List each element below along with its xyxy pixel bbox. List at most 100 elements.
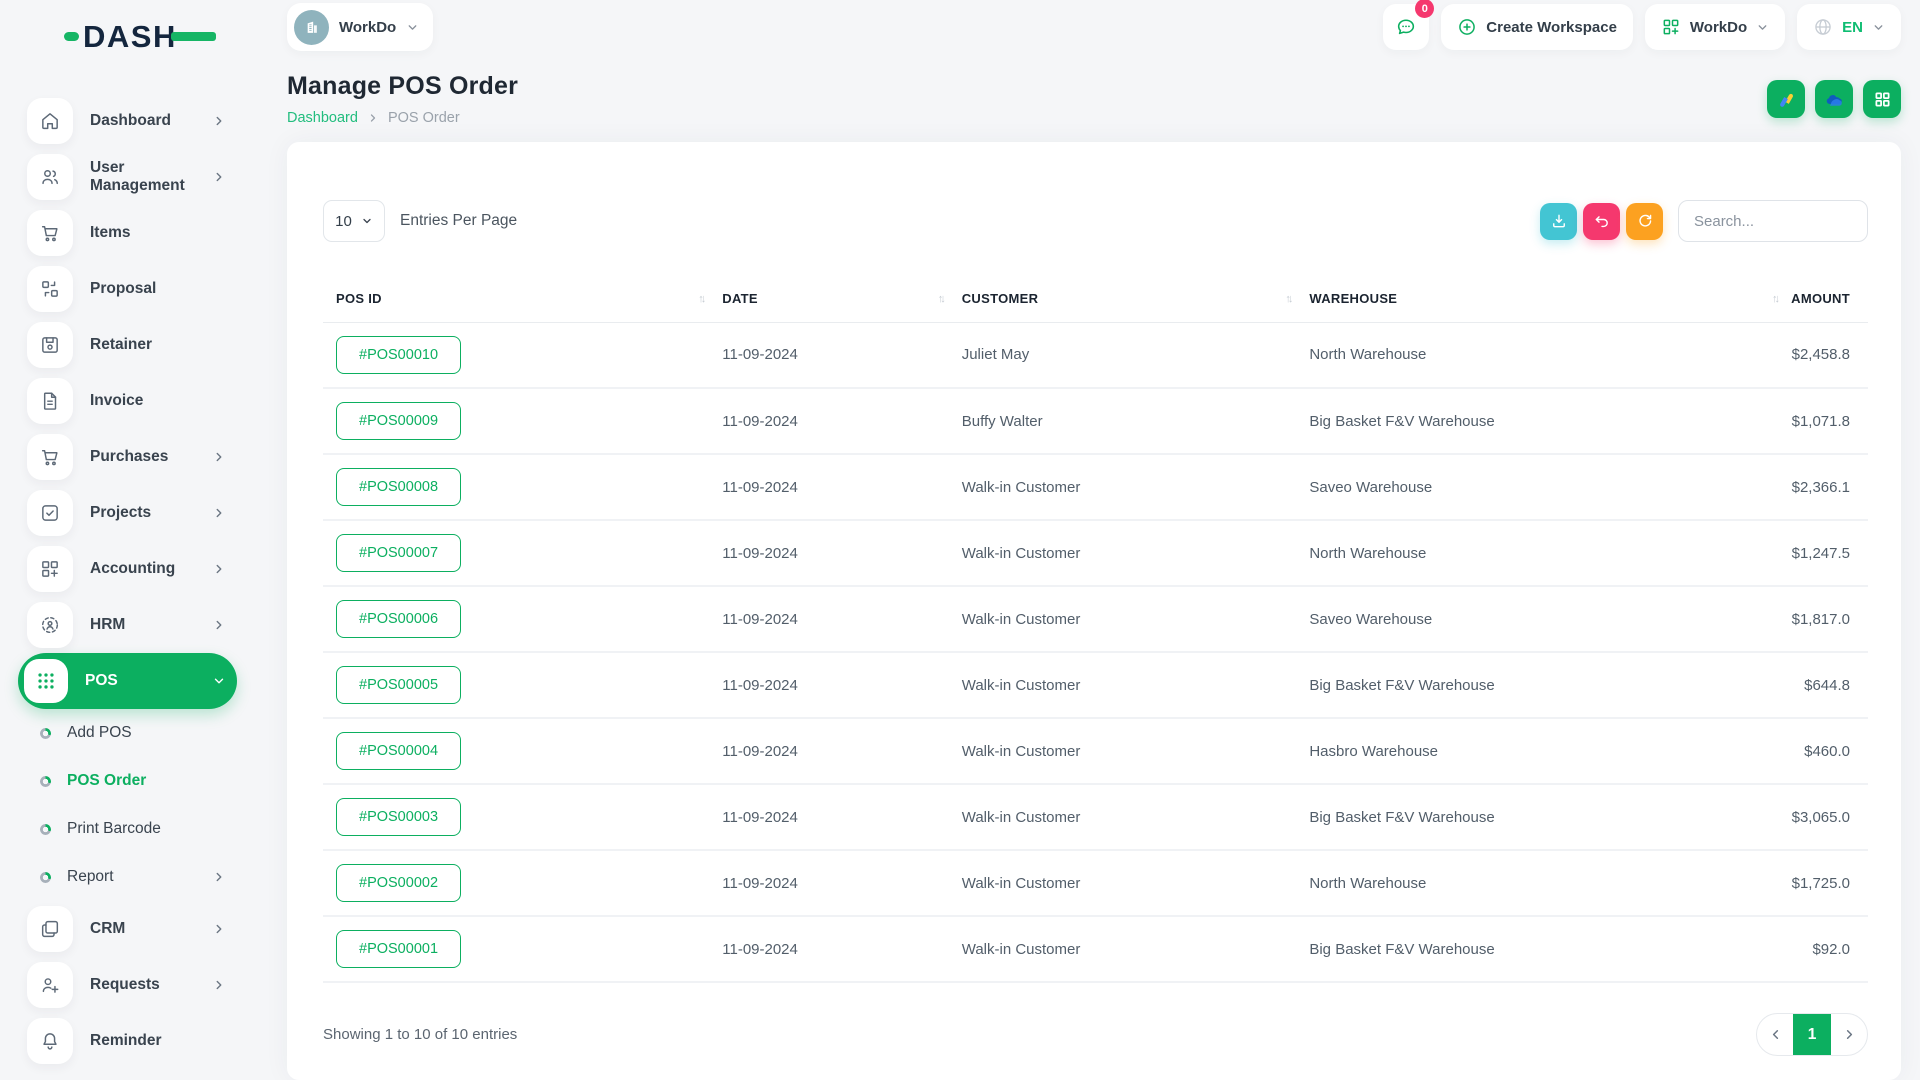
pagination: 1 <box>1756 1013 1868 1056</box>
sidebar-item-report[interactable]: Report <box>18 853 237 901</box>
entries-per-page-label: Entries Per Page <box>400 212 517 230</box>
sidebar-item-hrm[interactable]: HRM <box>18 597 237 653</box>
quick-actions <box>1767 80 1901 118</box>
sidebar-item-reminder[interactable]: Reminder <box>18 1013 237 1069</box>
column-header-amount: AMOUNT <box>1783 276 1868 322</box>
sidebar-item-label: User Management <box>90 159 212 195</box>
entries-per-page-select[interactable]: 10 <box>323 200 385 242</box>
pos-id-link[interactable]: #POS00008 <box>336 468 461 506</box>
onedrive-button[interactable] <box>1815 80 1853 118</box>
workspace-switcher[interactable]: WorkDo <box>287 3 433 51</box>
cell-date: 11-09-2024 <box>709 652 948 718</box>
column-header-date[interactable]: DATE↑↓ <box>709 276 948 322</box>
undo-icon <box>1593 212 1611 230</box>
create-workspace-button[interactable]: Create Workspace <box>1441 4 1633 50</box>
cell-date: 11-09-2024 <box>709 520 948 586</box>
search-input[interactable] <box>1678 200 1868 242</box>
cell-customer: Walk-in Customer <box>949 454 1297 520</box>
cell-date: 11-09-2024 <box>709 784 948 850</box>
home-icon <box>27 98 73 144</box>
column-header-pos-id[interactable]: POS ID↑↓ <box>323 276 709 322</box>
pos-order-table: POS ID↑↓DATE↑↓CUSTOMER↑↓WAREHOUSE↑↓AMOUN… <box>323 276 1868 983</box>
messages-button[interactable]: 0 <box>1383 4 1429 50</box>
table-actions <box>1540 200 1868 242</box>
pos-id-link[interactable]: #POS00002 <box>336 864 461 902</box>
apps-grid-button[interactable] <box>1863 80 1901 118</box>
sort-icon[interactable]: ↑↓ <box>1772 293 1777 305</box>
export-button[interactable] <box>1540 203 1577 240</box>
sidebar-item-label: Retainer <box>90 336 237 354</box>
workspace-menu-button[interactable]: WorkDo <box>1645 4 1785 50</box>
sidebar-item-pos[interactable]: POS <box>18 653 237 709</box>
pos-id-link[interactable]: #POS00010 <box>336 336 461 374</box>
refresh-button[interactable] <box>1626 203 1663 240</box>
adsense-icon <box>1776 89 1797 110</box>
adsense-button[interactable] <box>1767 80 1805 118</box>
dash-logo-icon: DASH <box>64 15 216 57</box>
sidebar-item-dashboard[interactable]: Dashboard <box>18 93 237 149</box>
sidebar-item-accounting[interactable]: Accounting <box>18 541 237 597</box>
table-row: #POS0000311-09-2024Walk-in CustomerBig B… <box>323 784 1868 850</box>
sidebar-item-purchases[interactable]: Purchases <box>18 429 237 485</box>
cell-amount: $3,065.0 <box>1783 784 1868 850</box>
cell-customer: Walk-in Customer <box>949 916 1297 982</box>
sidebar-item-label: Requests <box>90 976 212 994</box>
sidebar-item-user-management[interactable]: User Management <box>18 149 237 205</box>
table-row: #POS0000411-09-2024Walk-in CustomerHasbr… <box>323 718 1868 784</box>
pos-id-link[interactable]: #POS00001 <box>336 930 461 968</box>
back-button[interactable] <box>1583 203 1620 240</box>
sidebar-item-crm[interactable]: CRM <box>18 901 237 957</box>
language-button[interactable]: EN <box>1797 4 1901 50</box>
cell-amount: $1,071.8 <box>1783 388 1868 454</box>
sidebar-item-print-barcode[interactable]: Print Barcode <box>18 805 237 853</box>
prev-page-button[interactable] <box>1757 1014 1793 1055</box>
download-icon <box>1550 212 1568 230</box>
current-page[interactable]: 1 <box>1793 1014 1831 1055</box>
sidebar-item-invoice[interactable]: Invoice <box>18 373 237 429</box>
sort-icon[interactable]: ↑↓ <box>1285 293 1290 305</box>
topbar: WorkDo 0 Create Workspace <box>262 0 1920 54</box>
sidebar-item-label: Reminder <box>90 1032 237 1050</box>
breadcrumb-dashboard-link[interactable]: Dashboard <box>287 110 358 126</box>
sidebar-item-projects[interactable]: Projects <box>18 485 237 541</box>
brand-logo[interactable]: DASH <box>18 0 262 71</box>
column-header-warehouse[interactable]: WAREHOUSE↑↓ <box>1296 276 1783 322</box>
pos-order-card: 10 Entries Per Page <box>287 142 1901 1080</box>
sort-icon[interactable]: ↑↓ <box>938 293 943 305</box>
pos-id-link[interactable]: #POS00005 <box>336 666 461 704</box>
chevron-down-icon <box>406 21 419 34</box>
windows-icon <box>27 906 73 952</box>
sidebar-item-requests[interactable]: Requests <box>18 957 237 1013</box>
pos-id-link[interactable]: #POS00009 <box>336 402 461 440</box>
sort-icon[interactable]: ↑↓ <box>698 293 703 305</box>
pos-id-link[interactable]: #POS00007 <box>336 534 461 572</box>
sidebar-item-label: Purchases <box>90 448 212 466</box>
pos-id-link[interactable]: #POS00006 <box>336 600 461 638</box>
pos-id-link[interactable]: #POS00004 <box>336 732 461 770</box>
pos-id-link[interactable]: #POS00003 <box>336 798 461 836</box>
cell-customer: Walk-in Customer <box>949 850 1297 916</box>
page-header: Manage POS Order Dashboard POS Order <box>262 54 1920 126</box>
cell-amount: $460.0 <box>1783 718 1868 784</box>
table-header-row: POS ID↑↓DATE↑↓CUSTOMER↑↓WAREHOUSE↑↓AMOUN… <box>323 276 1868 322</box>
chevron-right-icon <box>212 562 226 576</box>
refresh-icon <box>1636 212 1654 230</box>
sidebar-item-retainer[interactable]: Retainer <box>18 317 237 373</box>
page-title: Manage POS Order <box>287 72 518 101</box>
sidebar-item-proposal[interactable]: Proposal <box>18 261 237 317</box>
cell-amount: $644.8 <box>1783 652 1868 718</box>
next-page-button[interactable] <box>1831 1014 1867 1055</box>
chevron-right-icon <box>212 618 226 632</box>
cell-customer: Walk-in Customer <box>949 718 1297 784</box>
sidebar-nav: Dashboard User Management ItemsProposal Ret… <box>18 71 262 1069</box>
sidebar-item-add-pos[interactable]: Add POS <box>18 709 237 757</box>
cart-icon <box>27 434 73 480</box>
sidebar-item-pos-order[interactable]: POS Order <box>18 757 237 805</box>
column-header-customer[interactable]: CUSTOMER↑↓ <box>949 276 1297 322</box>
chevron-down-icon <box>1756 21 1769 34</box>
check-square-icon <box>27 490 73 536</box>
entries-per-page-value: 10 <box>335 213 352 230</box>
sidebar-item-items[interactable]: Items <box>18 205 237 261</box>
person-target-icon <box>27 602 73 648</box>
sidebar-item-label: Dashboard <box>90 112 212 130</box>
